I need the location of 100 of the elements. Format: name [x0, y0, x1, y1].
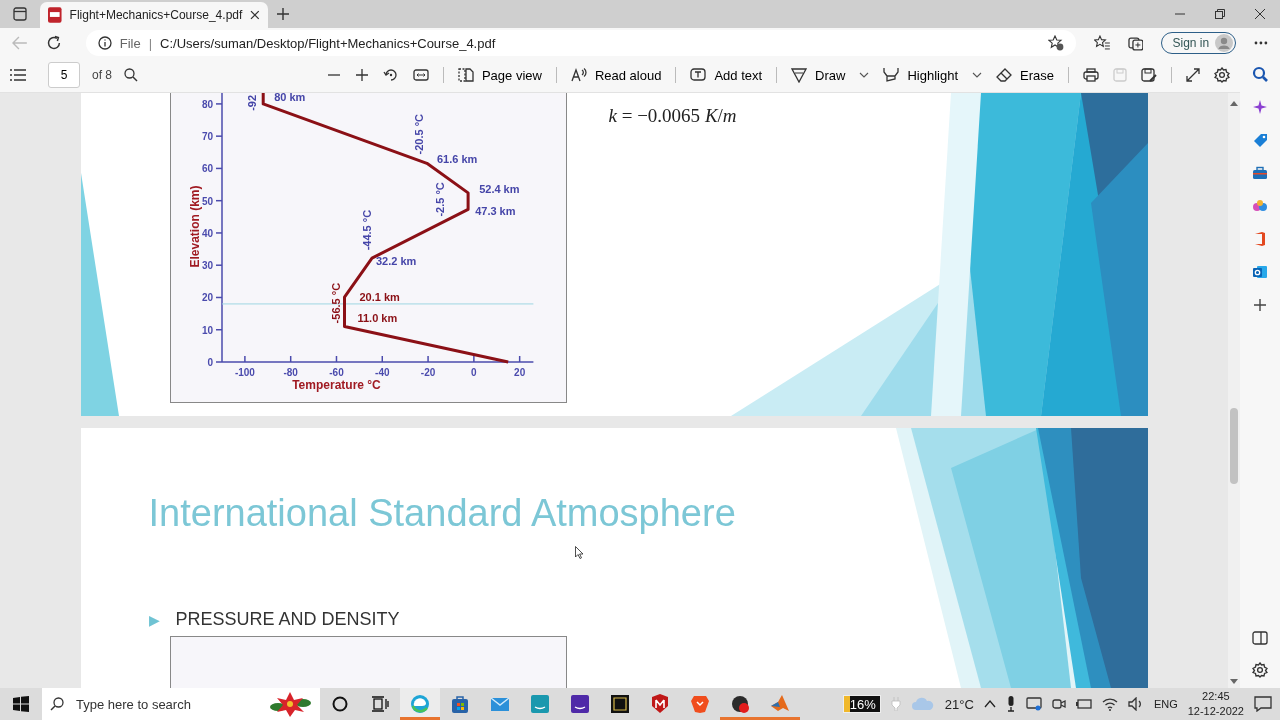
- notification-icon[interactable]: [1254, 696, 1272, 712]
- contents-icon[interactable]: [10, 69, 26, 81]
- scroll-down-icon[interactable]: [1230, 679, 1238, 684]
- tool-button[interactable]: Page view: [457, 67, 542, 83]
- speaker-icon[interactable]: [1127, 697, 1144, 711]
- print-icon[interactable]: [1083, 68, 1099, 82]
- settings-icon[interactable]: [1252, 662, 1268, 678]
- gamepad-icon[interactable]: [1252, 198, 1268, 214]
- data-label: -2.5 °C: [433, 182, 446, 217]
- search-icon[interactable]: [124, 68, 138, 82]
- tick-label: 60: [201, 163, 213, 175]
- caret-icon[interactable]: [859, 72, 870, 78]
- screen-icon[interactable]: [1025, 697, 1042, 711]
- rotate-icon[interactable]: [382, 67, 399, 83]
- store-icon: [450, 694, 470, 714]
- info-icon: [97, 36, 112, 50]
- music-app-icon: [570, 694, 590, 714]
- language-indicator[interactable]: ENG: [1153, 698, 1178, 710]
- search-icon[interactable]: [1252, 66, 1268, 82]
- bullet-text: PRESSURE AND DENSITY: [175, 609, 400, 630]
- address-separator: |: [148, 35, 153, 51]
- tick-label: -80: [282, 367, 298, 378]
- clock[interactable]: 22:45 12-12-2022: [1187, 689, 1244, 719]
- read-aloud-icon: [570, 67, 587, 83]
- favorites-icon[interactable]: [1093, 35, 1110, 51]
- tick-label: 10: [201, 324, 213, 336]
- tag-icon[interactable]: [1252, 132, 1268, 148]
- page-number-field[interactable]: 5: [48, 62, 80, 88]
- browser-tab[interactable]: Flight+Mechanics+Course_4.pdf: [40, 2, 268, 28]
- avatar-icon: [1215, 34, 1234, 52]
- highlighter-icon: [883, 67, 900, 83]
- tick-label: 50: [201, 195, 213, 207]
- search-bar[interactable]: Type here to search: [42, 688, 320, 720]
- text-box-icon: [690, 67, 707, 83]
- data-label: 80 km: [273, 93, 305, 103]
- zoom-in-icon[interactable]: [354, 68, 369, 82]
- fit-width-icon[interactable]: [412, 68, 429, 82]
- add-favorite-icon[interactable]: [1047, 35, 1064, 51]
- sparkle-icon[interactable]: [1252, 99, 1268, 115]
- eraser-icon: [996, 67, 1013, 83]
- tick-label: -20: [420, 367, 435, 378]
- chevron-up-icon[interactable]: [983, 700, 996, 708]
- tick-label: -60: [328, 367, 344, 378]
- tick-label: 40: [201, 227, 213, 239]
- tab-actions-icon[interactable]: [13, 7, 27, 21]
- browser-icon: [410, 694, 430, 714]
- camera-icon[interactable]: [1051, 697, 1066, 711]
- tick-label: 80: [201, 98, 213, 110]
- refresh-icon[interactable]: [45, 35, 62, 51]
- scrollbar-thumb[interactable]: [1230, 408, 1238, 484]
- page-count: of 8: [92, 68, 112, 82]
- tool-button[interactable]: Highlight: [883, 67, 959, 83]
- battery-reading: 16%: [849, 697, 876, 712]
- sign-in-button[interactable]: Sign in: [1161, 32, 1237, 54]
- circle-icon[interactable]: [332, 696, 348, 712]
- tool-button[interactable]: Erase: [996, 67, 1054, 83]
- data-label: -56.5 °C: [329, 282, 342, 324]
- address-field[interactable]: File | C:/Users/suman/Desktop/Flight+Mechanics+Course_4.pdf: [85, 30, 1076, 56]
- tool-button[interactable]: Add text: [690, 67, 763, 83]
- search-icon: [50, 697, 64, 711]
- save-as-icon[interactable]: [1141, 68, 1157, 82]
- more-icon[interactable]: [1254, 41, 1269, 45]
- tab-title: Flight+Mechanics+Course_4.pdf: [69, 8, 243, 22]
- close-icon[interactable]: [1255, 9, 1265, 19]
- new-tab-icon[interactable]: [277, 8, 289, 20]
- caret-icon[interactable]: [972, 72, 983, 78]
- tick-label: -40: [374, 367, 389, 378]
- expand-icon[interactable]: [1186, 68, 1200, 82]
- close-icon[interactable]: [250, 10, 260, 20]
- data-label: 61.6 km: [436, 153, 477, 166]
- tick-label: 20: [513, 367, 525, 378]
- tick-label: 20: [201, 292, 213, 304]
- wifi-icon[interactable]: [1101, 697, 1118, 711]
- video-app-icon: [530, 694, 550, 714]
- battery-icon[interactable]: [1075, 699, 1092, 709]
- tool-button[interactable]: Draw: [791, 67, 846, 83]
- tool-button[interactable]: Read aloud: [570, 67, 662, 83]
- briefcase-icon[interactable]: [1252, 165, 1268, 181]
- scroll-up-icon[interactable]: [1230, 101, 1238, 106]
- weather-temperature: 21°C: [944, 696, 974, 712]
- windows-icon[interactable]: [13, 696, 29, 712]
- slide-title: International Standard Atmosphere: [148, 491, 737, 536]
- data-label: 11.0 km: [357, 312, 397, 325]
- collections-icon[interactable]: [1127, 35, 1144, 51]
- search-field[interactable]: Type here to search: [74, 695, 258, 713]
- mail-icon[interactable]: [1252, 264, 1268, 280]
- record-icon: [730, 694, 750, 714]
- data-label: 52.4 km: [478, 182, 519, 195]
- restore-icon[interactable]: [1215, 9, 1225, 19]
- split-screen-icon[interactable]: [1252, 631, 1268, 645]
- mail-icon: [490, 694, 510, 714]
- microphone-icon[interactable]: [1005, 696, 1016, 712]
- tick-label: 70: [201, 131, 213, 143]
- task-view-icon[interactable]: [371, 696, 389, 712]
- settings-icon[interactable]: [1214, 67, 1230, 83]
- pen-icon: [791, 67, 808, 83]
- page-view-icon: [457, 67, 474, 83]
- site-info-label: File: [119, 35, 141, 51]
- data-label: -44.5 °C: [360, 209, 373, 251]
- add-icon[interactable]: [1252, 297, 1268, 313]
